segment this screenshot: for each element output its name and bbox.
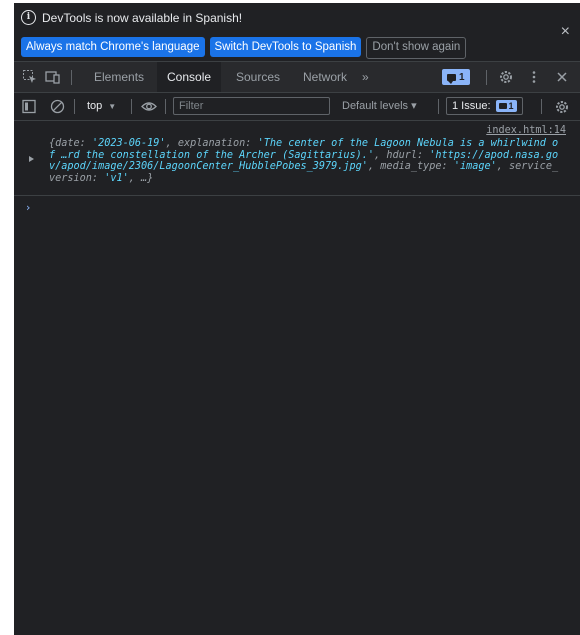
console-toolbar: top ▼ Default levels ▾ 1 Issue: 1 <box>14 93 580 121</box>
toolbar-divider <box>486 70 487 85</box>
info-icon: i <box>21 10 36 25</box>
inspect-element-icon[interactable] <box>22 69 38 85</box>
more-tabs-chevron-icon[interactable]: » <box>362 62 369 92</box>
clear-console-icon[interactable] <box>50 99 66 115</box>
messages-count: 1 <box>459 71 465 83</box>
match-language-button[interactable]: Always match Chrome's language <box>21 37 205 57</box>
tab-console[interactable]: Console <box>157 62 222 92</box>
source-link[interactable]: index.html:14 <box>486 125 566 136</box>
console-log-entry[interactable]: index.html:14 {date: '2023-06-19', expla… <box>14 121 580 196</box>
infobar-close-icon[interactable]: × <box>561 23 570 41</box>
issues-count: 1 <box>508 101 514 111</box>
object-value-date: '2023-06-19' <box>91 138 166 149</box>
console-filter-input[interactable] <box>173 97 330 115</box>
close-devtools-icon[interactable] <box>554 69 570 85</box>
context-selector[interactable]: top ▼ <box>87 98 116 115</box>
log-levels-dropdown[interactable]: Default levels ▾ <box>342 98 417 115</box>
more-options-kebab-icon[interactable] <box>526 69 542 85</box>
devtools-window: i DevTools is now available in Spanish! … <box>14 3 580 635</box>
settings-gear-icon[interactable] <box>498 69 514 85</box>
object-key-date: date: <box>55 138 92 149</box>
tab-elements[interactable]: Elements <box>84 62 154 92</box>
toolbar-divider <box>71 70 72 85</box>
context-label: top <box>87 100 103 112</box>
object-value-media-type: 'image' <box>453 161 497 172</box>
console-prompt-chevron-icon[interactable]: › <box>26 201 30 214</box>
toolbar-divider <box>165 99 166 114</box>
messages-badge[interactable]: 1 <box>442 69 470 85</box>
message-icon <box>447 73 456 84</box>
message-icon <box>498 103 507 109</box>
object-key-media-type: , media_type: <box>367 161 454 172</box>
expand-triangle-icon[interactable] <box>29 156 34 162</box>
toolbar-divider <box>541 99 542 114</box>
dont-show-again-button[interactable]: Don't show again <box>366 37 467 59</box>
toolbar-divider <box>131 99 132 114</box>
switch-language-button[interactable]: Switch DevTools to Spanish <box>209 37 362 57</box>
console-output[interactable]: index.html:14 {date: '2023-06-19', expla… <box>14 121 580 635</box>
toolbar-divider <box>74 99 75 114</box>
console-settings-gear-icon[interactable] <box>554 99 570 115</box>
logged-object-preview[interactable]: {date: '2023-06-19', explanation: 'The c… <box>49 138 559 184</box>
language-infobar: i DevTools is now available in Spanish! … <box>14 3 580 62</box>
chevron-down-icon: ▼ <box>108 102 117 111</box>
issues-button[interactable]: 1 Issue: 1 <box>446 97 523 115</box>
issues-badge: 1 <box>495 100 517 112</box>
device-toolbar-icon[interactable] <box>45 69 61 85</box>
toolbar-divider <box>438 99 439 114</box>
object-key-hdurl: , hdurl: <box>374 149 430 161</box>
sidebar-toggle-icon[interactable] <box>22 99 38 115</box>
tab-network[interactable]: Network <box>293 62 357 92</box>
issues-label: 1 Issue: <box>452 100 491 112</box>
infobar-message: DevTools is now available in Spanish! <box>42 10 243 25</box>
tab-sources[interactable]: Sources <box>226 62 290 92</box>
infobar-message-row: i DevTools is now available in Spanish! <box>21 10 242 25</box>
object-close-brace: , …} <box>128 172 154 184</box>
live-expression-eye-icon[interactable] <box>141 99 157 115</box>
object-value-service-version: 'v1' <box>104 172 129 184</box>
main-toolbar: Elements Console Sources Network » 1 <box>14 62 580 93</box>
object-key-explanation: , explanation: <box>165 138 258 149</box>
